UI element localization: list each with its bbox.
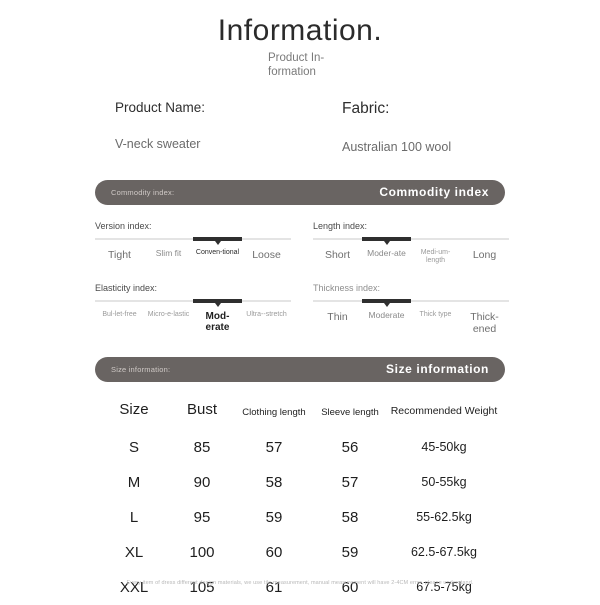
cell-bust: 95 (193, 508, 211, 526)
cell-weight: 50-55kg (421, 475, 467, 490)
elasticity-index-track[interactable] (95, 298, 291, 307)
cell-sleeve: 57 (341, 473, 359, 491)
commodity-bar-left-label: Commodity index: (111, 187, 175, 197)
product-summary: Product Name: V-neck sweater Fabric: Aus… (0, 100, 600, 154)
version-index-track[interactable] (95, 236, 291, 245)
size-table: Size Bust Clothing length Sleeve length … (100, 400, 500, 605)
thickness-tick-2[interactable]: Moderate (362, 310, 411, 335)
table-row: XL 100 60 59 62.5-67.5kg (100, 535, 500, 570)
commodity-bar-right-label: Commodity index (379, 185, 489, 200)
index-row-2: Elasticity index: Bul-let-free Micro-e-l… (95, 283, 510, 335)
size-bar-left-label: Size information: (111, 364, 171, 374)
version-tick-1[interactable]: Tight (95, 249, 144, 261)
length-index-title: Length index: (313, 220, 368, 231)
thickness-index-title: Thickness index: (313, 282, 381, 293)
table-row: S 85 57 56 45-50kg (100, 430, 500, 465)
product-name-group: Product Name: V-neck sweater (0, 100, 300, 154)
page-title: Information. (217, 14, 383, 47)
fabric-value: Australian 100 wool (342, 139, 452, 154)
size-information-bar: Size information: Size information (95, 356, 505, 382)
cell-size: L (129, 508, 139, 526)
cell-sleeve: 59 (341, 543, 359, 561)
version-index-title: Version index: (95, 220, 152, 231)
cell-bust: 85 (193, 438, 211, 456)
length-tick-1[interactable]: Short (313, 249, 362, 265)
length-index-fill (362, 236, 411, 245)
column-header-sleeve-length: Sleeve length (321, 406, 379, 418)
column-header-bust: Bust (186, 400, 217, 418)
thickness-index-block: Thickness index: Thin Moderate Thick typ… (313, 283, 509, 335)
elasticity-index-fill (193, 298, 242, 307)
elasticity-tick-4[interactable]: Ultra--stretch (242, 311, 291, 334)
length-tick-4[interactable]: Long (460, 249, 509, 265)
fabric-label: Fabric: (342, 99, 390, 117)
thickness-index-fill (362, 298, 411, 307)
column-header-recommended-weight: Recommended Weight (390, 405, 498, 418)
length-tick-2[interactable]: Moder-ate (362, 248, 411, 265)
cell-weight: 55-62.5kg (416, 510, 472, 525)
thickness-index-ticks: Thin Moderate Thick type Thick-ened (313, 310, 509, 335)
caret-down-icon (383, 302, 390, 307)
elasticity-tick-2[interactable]: Micro-e-lastic (144, 311, 193, 334)
version-index-fill (193, 236, 242, 245)
cell-bust: 90 (193, 473, 211, 491)
column-header-size: Size (119, 400, 149, 418)
product-name-label: Product Name: (115, 99, 206, 115)
version-tick-4[interactable]: Loose (242, 249, 291, 261)
page-subtitle: Product In-formation (268, 52, 325, 79)
length-index-block: Length index: Short Moder-ate Medi-um-le… (313, 221, 509, 265)
cell-sleeve: 56 (341, 438, 359, 456)
fabric-group: Fabric: Australian 100 wool (300, 100, 600, 154)
cell-weight: 62.5-67.5kg (410, 545, 478, 560)
caret-down-icon (383, 240, 390, 245)
caret-down-icon (214, 302, 221, 307)
cell-size: S (128, 438, 139, 456)
elasticity-tick-1[interactable]: Bul-let-free (95, 311, 144, 334)
product-name-value: V-neck sweater (115, 136, 201, 151)
elasticity-index-title: Elasticity index: (95, 282, 158, 293)
thickness-tick-3[interactable]: Thick type (411, 311, 460, 335)
cell-weight: 45-50kg (421, 440, 467, 455)
cell-clothing: 57 (265, 438, 283, 456)
elasticity-tick-3[interactable]: Mod-erate (193, 311, 242, 334)
page-header: Information. Product In-formation (0, 0, 600, 80)
table-header-row: Size Bust Clothing length Sleeve length … (100, 400, 500, 430)
cell-clothing: 60 (265, 543, 283, 561)
table-row: M 90 58 57 50-55kg (100, 465, 500, 500)
table-row: L 95 59 58 55-62.5kg (100, 500, 500, 535)
version-index-block: Version index: Tight Slim fit Conven-tio… (95, 221, 291, 265)
cell-size: M (127, 473, 141, 491)
cell-clothing: 59 (265, 508, 283, 526)
cell-bust: 100 (189, 543, 215, 561)
version-index-ticks: Tight Slim fit Conven-tional Loose (95, 248, 291, 261)
commodity-index-bar: Commodity index: Commodity index (95, 179, 505, 205)
version-tick-3[interactable]: Conven-tional (193, 249, 242, 261)
length-index-track[interactable] (313, 236, 509, 245)
thickness-index-track[interactable] (313, 298, 509, 307)
thickness-tick-4[interactable]: Thick-ened (460, 311, 509, 335)
length-index-ticks: Short Moder-ate Medi-um-length Long (313, 248, 509, 265)
caret-down-icon (214, 240, 221, 245)
elasticity-index-ticks: Bul-let-free Micro-e-lastic Mod-erate Ul… (95, 311, 291, 334)
cell-sleeve: 58 (341, 508, 359, 526)
index-sliders: Version index: Tight Slim fit Conven-tio… (0, 221, 600, 335)
cell-size: XL (124, 543, 144, 561)
cell-clothing: 58 (265, 473, 283, 491)
column-header-clothing-length: Clothing length (242, 406, 306, 418)
length-tick-3[interactable]: Medi-um-length (411, 249, 460, 265)
thickness-tick-1[interactable]: Thin (313, 311, 362, 335)
size-bar-right-label: Size information (386, 362, 489, 377)
version-tick-2[interactable]: Slim fit (144, 248, 193, 261)
index-row-1: Version index: Tight Slim fit Conven-tio… (95, 221, 510, 265)
measurement-disclaimer: Every item of dress different design mat… (126, 580, 474, 586)
elasticity-index-block: Elasticity index: Bul-let-free Micro-e-l… (95, 283, 291, 335)
